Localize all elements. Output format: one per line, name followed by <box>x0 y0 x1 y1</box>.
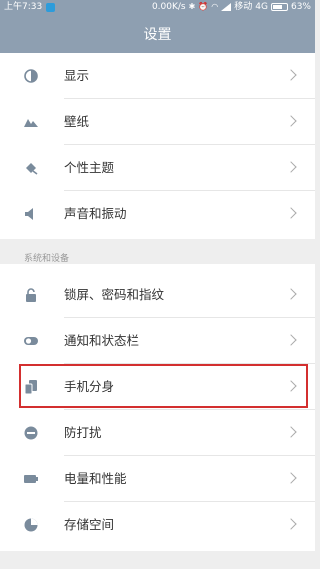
battery-percent: 63% <box>290 2 311 12</box>
wallpaper-icon <box>24 119 38 127</box>
chevron-right-icon <box>285 69 297 81</box>
settings-item-storage[interactable]: 存储空间 <box>0 502 315 548</box>
chevron-right-icon <box>285 472 297 484</box>
sound-icon <box>25 208 33 220</box>
chevron-right-icon <box>285 334 297 346</box>
carrier-name: 移动 <box>234 2 253 12</box>
network-speed: 0.00K/s <box>151 2 186 12</box>
battery-icon <box>24 475 38 483</box>
do-not-disturb-icon <box>24 426 38 440</box>
page-title: 设置 <box>143 27 172 43</box>
chevron-right-icon <box>285 518 297 530</box>
settings-item-label: 防打扰 <box>64 425 102 440</box>
settings-item-label: 个性主题 <box>64 160 115 175</box>
wifi-icon: ◠ <box>211 2 219 11</box>
battery-status-icon <box>270 3 288 11</box>
lock-icon <box>26 288 36 302</box>
chevron-right-icon <box>285 115 297 127</box>
settings-item-label: 显示 <box>64 68 90 83</box>
highlight-box <box>19 364 308 408</box>
display-icon <box>24 69 38 83</box>
chevron-right-icon <box>285 426 297 438</box>
status-bar: 上午7:33 0.00K/s ✱ ⏰ ◠ 移动 4G 63% <box>0 0 315 14</box>
settings-item-wallpaper[interactable]: 壁纸 <box>0 99 315 145</box>
chevron-right-icon <box>285 161 297 173</box>
app-header: 上午7:33 0.00K/s ✱ ⏰ ◠ 移动 4G 63% 设置 <box>0 0 315 53</box>
settings-item-label: 电量和性能 <box>64 471 127 486</box>
theme-icon <box>26 163 38 175</box>
settings-item-notifications[interactable]: 通知和状态栏 <box>0 318 315 364</box>
status-time: 上午7:33 <box>4 2 43 12</box>
settings-item-label: 壁纸 <box>64 114 90 129</box>
settings-item-label: 声音和振动 <box>64 206 127 221</box>
chevron-right-icon <box>285 207 297 219</box>
settings-item-theme[interactable]: 个性主题 <box>0 145 315 191</box>
section-title-system: 系统和设备 <box>24 254 70 264</box>
settings-item-sound[interactable]: 声音和振动 <box>0 191 315 237</box>
bluetooth-icon: ✱ <box>188 2 196 11</box>
settings-group-personalization: 显示 壁纸 个性主题 声音和振动 <box>0 53 315 239</box>
settings-item-display[interactable]: 显示 <box>0 53 315 99</box>
settings-item-label: 存储空间 <box>64 517 115 532</box>
app-notification-icon <box>46 2 56 12</box>
settings-item-do-not-disturb[interactable]: 防打扰 <box>0 410 315 456</box>
alarm-icon: ⏰ <box>198 2 209 11</box>
settings-item-label: 锁屏、密码和指纹 <box>64 287 165 302</box>
chevron-right-icon <box>285 288 297 300</box>
storage-icon <box>24 518 38 532</box>
network-type: 4G <box>255 2 268 12</box>
settings-item-label: 通知和状态栏 <box>64 333 140 348</box>
settings-item-battery[interactable]: 电量和性能 <box>0 456 315 502</box>
settings-item-lockscreen[interactable]: 锁屏、密码和指纹 <box>0 272 315 318</box>
toggle-icon <box>24 337 38 345</box>
signal-icon <box>221 3 232 11</box>
